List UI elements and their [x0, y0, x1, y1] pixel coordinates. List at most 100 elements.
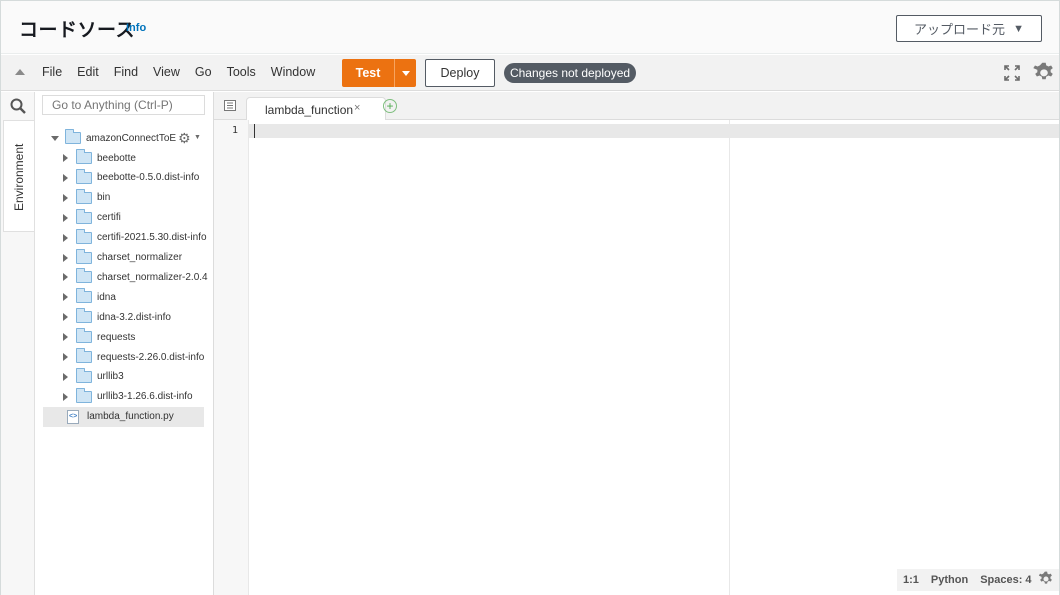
menu-file[interactable]: File: [42, 65, 62, 79]
tree-item-label: beebotte-0.5.0.dist-info: [97, 172, 200, 184]
expand-arrow-icon[interactable]: [63, 233, 68, 242]
tree-folder-item[interactable]: requests-2.26.0.dist-info: [35, 347, 214, 367]
tree-item-label: certifi: [97, 212, 121, 224]
test-button[interactable]: Test: [342, 59, 395, 87]
tree-folder-item[interactable]: idna-3.2.dist-info: [35, 307, 214, 327]
tree-file-item[interactable]: <> lambda_function.py: [43, 406, 204, 427]
test-dropdown-button[interactable]: [395, 59, 416, 87]
menu-window[interactable]: Window: [271, 65, 315, 79]
menu-items: File Edit Find View Go Tools Window: [42, 65, 330, 79]
code-source-panel: コードソース Info アップロード元 ▼ File Edit Find Vie…: [0, 0, 1060, 595]
menu-find[interactable]: Find: [114, 65, 138, 79]
goto-anything-input[interactable]: [42, 95, 205, 115]
expand-arrow-icon[interactable]: [63, 193, 68, 202]
cursor-position[interactable]: 1:1: [903, 574, 919, 586]
status-badge: Changes not deployed: [504, 63, 636, 83]
indent-setting[interactable]: Spaces: 4: [980, 574, 1031, 586]
menu-view[interactable]: View: [153, 65, 180, 79]
folder-icon: [76, 348, 92, 363]
panel-header: コードソース Info アップロード元 ▼: [1, 1, 1059, 54]
environment-tab[interactable]: Environment: [3, 120, 34, 232]
code-editor[interactable]: 1: [214, 120, 1059, 595]
search-icon[interactable]: [10, 98, 26, 114]
tree-folder-item[interactable]: bin: [35, 188, 214, 208]
expand-arrow-icon[interactable]: [63, 392, 68, 401]
menu-edit[interactable]: Edit: [77, 65, 99, 79]
folder-icon: [76, 149, 92, 164]
expand-arrow-icon[interactable]: [63, 213, 68, 222]
upload-from-button[interactable]: アップロード元 ▼: [896, 15, 1042, 42]
folder-icon: [76, 387, 92, 403]
folder-icon: [76, 288, 92, 304]
menu-tools[interactable]: Tools: [227, 65, 256, 79]
tree-item-label: bin: [97, 192, 111, 204]
folder-icon: [76, 328, 92, 344]
tree-folder-item[interactable]: beebotte-0.5.0.dist-info: [35, 168, 214, 188]
upload-from-label: アップロード元: [914, 22, 1006, 37]
ide-menubar: File Edit Find View Go Tools Window Test…: [1, 55, 1059, 91]
gear-icon[interactable]: ⚙: [178, 130, 191, 147]
expand-arrow-icon[interactable]: [63, 154, 68, 162]
folder-icon: [76, 268, 92, 284]
tree-item-label: urllib3-1.26.6.dist-info: [97, 391, 193, 403]
page-title: コードソース: [19, 20, 136, 41]
tree-item-label: lambda_function.py: [87, 411, 174, 423]
info-link[interactable]: Info: [126, 22, 146, 34]
tab-list-icon[interactable]: [224, 100, 236, 111]
tree-folder-item[interactable]: urllib3-1.26.6.dist-info: [35, 387, 214, 407]
line-gutter: 1: [214, 120, 249, 595]
tree-item-label: idna: [97, 291, 116, 303]
collapse-arrow-icon[interactable]: [15, 69, 25, 75]
tree-root-folder[interactable]: amazonConnectToE ⚙ ▼: [35, 128, 214, 148]
gear-icon[interactable]: [1032, 61, 1056, 85]
tree-folder-item[interactable]: urllib3: [35, 367, 214, 387]
expand-arrow-icon[interactable]: [63, 293, 68, 302]
expand-arrow-icon[interactable]: [63, 313, 68, 322]
tree-folder-item[interactable]: idna: [35, 287, 214, 307]
expand-arrow-icon[interactable]: [51, 135, 59, 141]
print-margin: [729, 120, 730, 595]
folder-icon: [65, 129, 81, 144]
tree-folder-item[interactable]: certifi: [35, 208, 214, 228]
add-tab-icon[interactable]: +: [383, 99, 397, 113]
caret-down-icon: ▼: [1013, 22, 1024, 35]
expand-arrow-icon[interactable]: [63, 253, 68, 262]
tree-item-label: beebotte: [97, 152, 136, 164]
editor-tabbar: lambda_function × +: [214, 92, 1059, 121]
caret-down-icon: ▼: [194, 134, 201, 141]
tree-item-label: charset_normalizer: [97, 252, 183, 263]
expand-arrow-icon[interactable]: [63, 333, 68, 342]
file-tree-panel: amazonConnectToE⚙▼ beebotte beebotte-0.5.0…: [35, 92, 214, 595]
deploy-button[interactable]: Deploy: [425, 59, 495, 87]
expand-arrow-icon[interactable]: [63, 372, 68, 381]
tab-label: lambda_function: [265, 103, 353, 117]
line-number: 1: [231, 125, 238, 136]
tree-item-label: idna-3.2.dist-info: [97, 311, 171, 323]
folder-icon: [76, 367, 92, 383]
tree-folder-item[interactable]: requests: [35, 327, 214, 347]
caret-down-icon: [401, 70, 410, 76]
tree-folder-item[interactable]: charset_normalizer-2.0.4: [35, 267, 214, 287]
tree-item-label: requests-2.26.0.dist-info: [97, 351, 205, 363]
tree-folder-item[interactable]: certifi-2021.5.30.dist-info: [35, 228, 214, 248]
python-file-icon: <>: [67, 409, 79, 424]
tree-folder-item[interactable]: beebotte: [35, 148, 214, 168]
gear-icon[interactable]: [1038, 571, 1054, 587]
expand-arrow-icon[interactable]: [63, 273, 68, 282]
menu-go[interactable]: Go: [195, 65, 212, 79]
folder-icon: [76, 188, 92, 204]
close-icon[interactable]: ×: [354, 102, 360, 114]
expand-arrow-icon[interactable]: [63, 353, 68, 361]
folder-icon: [76, 208, 92, 224]
tree-item-label: charset_normalizer-2.0.4: [97, 271, 208, 283]
tree-item-label: amazonConnectToE: [86, 132, 177, 144]
fullscreen-icon[interactable]: [1004, 65, 1020, 81]
environment-tab-label: Environment: [12, 143, 26, 211]
text-cursor: [254, 124, 255, 138]
tree-item-label: requests: [97, 331, 136, 343]
folder-icon: [76, 248, 92, 264]
language-mode[interactable]: Python: [931, 574, 968, 586]
expand-arrow-icon[interactable]: [63, 173, 68, 182]
tab-lambda-function[interactable]: lambda_function ×: [246, 97, 386, 121]
tree-folder-item[interactable]: charset_normalizer: [35, 248, 214, 268]
